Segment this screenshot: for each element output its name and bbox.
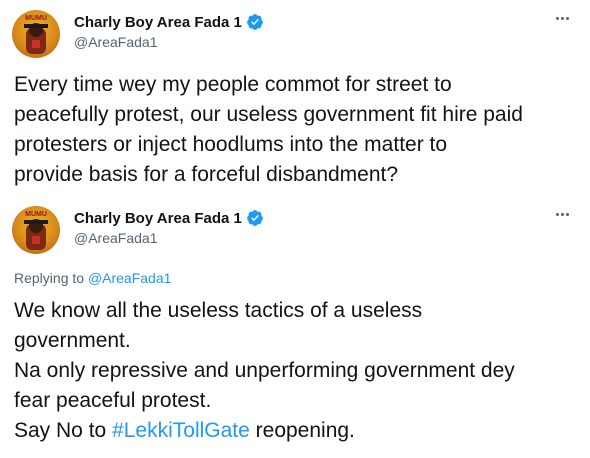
avatar[interactable]: MUMU <box>12 206 60 254</box>
avatar-image: MUMU <box>24 211 48 250</box>
author-row[interactable]: Charly Boy Area Fada 1 <box>74 208 264 228</box>
tweet-text: Every time wey my people commot for stre… <box>14 70 580 190</box>
last-line-suffix: reopening. <box>249 419 355 442</box>
author-row[interactable]: Charly Boy Area Fada 1 <box>74 12 264 32</box>
more-options-icon[interactable] <box>550 204 574 224</box>
tweet-text-line: Every time wey my people commot for stre… <box>14 73 452 96</box>
last-line-prefix: Say No to <box>14 419 113 442</box>
tweet-2[interactable]: MUMU Charly Boy Area Fada 1 @AreaFada1 R… <box>0 198 590 458</box>
replying-to-label: Replying to <box>14 270 88 286</box>
tweet-text-line: government. <box>14 329 131 352</box>
verified-badge-icon <box>246 209 264 227</box>
author-handle[interactable]: @AreaFada1 <box>74 34 157 50</box>
tweet-text-line: Say No to #LekkiTollGate reopening. <box>14 416 580 446</box>
verified-badge-icon <box>246 13 264 31</box>
author-handle[interactable]: @AreaFada1 <box>74 230 157 246</box>
tweet-1[interactable]: MUMU Charly Boy Area Fada 1 @AreaFada1 E… <box>0 0 590 196</box>
avatar-text: MUMU <box>25 15 47 22</box>
display-name[interactable]: Charly Boy Area Fada 1 <box>74 210 242 227</box>
tweet-text-line: provide basis for a forceful disbandment… <box>14 163 399 186</box>
tweet-text-line: peacefully protest, our useless governme… <box>14 103 523 126</box>
tweet-text-line: Na only repressive and unperforming gove… <box>14 359 515 382</box>
replying-to-handle-link[interactable]: @AreaFada1 <box>88 270 171 286</box>
hashtag-link[interactable]: #LekkiTollGate <box>112 419 250 442</box>
avatar[interactable]: MUMU <box>12 10 60 58</box>
avatar-text: MUMU <box>25 211 47 218</box>
tweet-text-line: fear peaceful protest. <box>14 389 212 412</box>
tweet-text-line: protesters or inject hoodlums into the m… <box>14 133 448 156</box>
avatar-image: MUMU <box>24 15 48 54</box>
display-name[interactable]: Charly Boy Area Fada 1 <box>74 14 242 31</box>
replying-to: Replying to @AreaFada1 <box>14 270 171 286</box>
tweet-text-line: We know all the useless tactics of a use… <box>14 299 423 322</box>
tweet-text: We know all the useless tactics of a use… <box>14 296 580 446</box>
more-options-icon[interactable] <box>550 8 574 28</box>
